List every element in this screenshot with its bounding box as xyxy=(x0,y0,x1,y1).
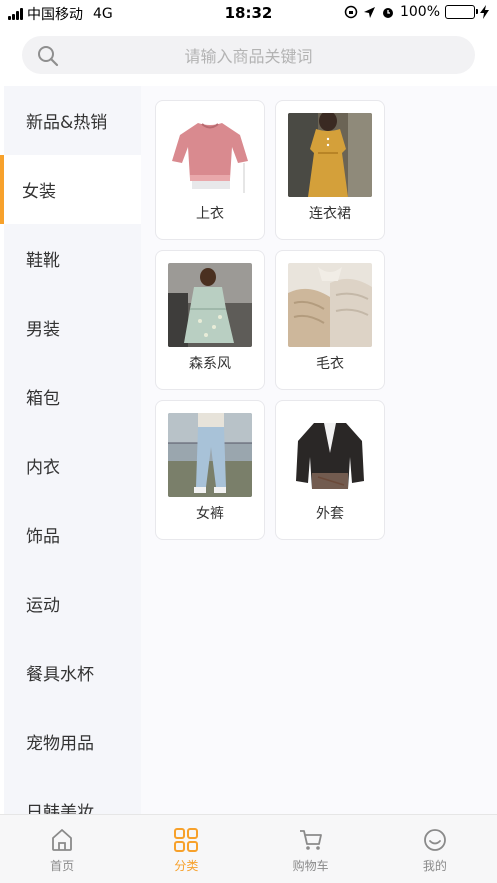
rotation-lock-icon xyxy=(344,5,358,19)
sidebar-item-label: 鞋靴 xyxy=(26,251,60,271)
search-input[interactable]: 请输入商品关键词 xyxy=(22,36,475,74)
home-icon xyxy=(52,829,73,851)
knit-sweaters-image xyxy=(288,263,372,347)
floral-dress-model-image xyxy=(168,263,252,347)
sidebar-item-label: 运动 xyxy=(26,596,60,616)
category-sidebar: 新品&热销 女装 鞋靴 男装 箱包 内衣 饰品 运动 餐具水杯 宠物用品 日韩美… xyxy=(0,86,141,814)
status-right: 100% xyxy=(344,4,489,20)
cart-icon xyxy=(299,830,322,850)
sidebar-item-label: 餐具水杯 xyxy=(26,665,94,685)
tab-label: 购物车 xyxy=(292,859,329,873)
tab-category[interactable]: 分类 xyxy=(124,815,248,883)
pink-sweater-image xyxy=(168,113,252,197)
battery-icon xyxy=(445,5,478,19)
sidebar-item-label: 男装 xyxy=(26,320,60,340)
search-bar: 请输入商品关键词 xyxy=(0,26,497,84)
charging-icon xyxy=(480,5,489,19)
sidebar-item-cosmetics[interactable]: 日韩美妆 xyxy=(0,776,141,814)
subcategory-card-dresses[interactable]: 连衣裙 xyxy=(275,100,385,240)
sidebar-item-new-hot[interactable]: 新品&热销 xyxy=(0,86,141,155)
sidebar-item-label: 饰品 xyxy=(26,527,60,547)
jeans-model-image xyxy=(168,413,252,497)
search-icon xyxy=(38,46,59,67)
sidebar-item-sports[interactable]: 运动 xyxy=(0,569,141,638)
alarm-icon xyxy=(382,8,393,18)
sidebar-item-womens[interactable]: 女装 xyxy=(0,155,141,224)
location-icon xyxy=(363,6,375,18)
subcategory-card-tops[interactable]: 上衣 xyxy=(155,100,265,240)
subcategory-card-coats[interactable]: 外套 xyxy=(275,400,385,540)
sidebar-item-accessories[interactable]: 饰品 xyxy=(0,500,141,569)
search-placeholder: 请输入商品关键词 xyxy=(184,47,313,66)
sidebar-item-label: 内衣 xyxy=(26,458,60,478)
subcategory-label: 森系风 xyxy=(189,356,231,372)
tab-label: 首页 xyxy=(50,859,75,873)
subcategory-card-pants[interactable]: 女裤 xyxy=(155,400,265,540)
tab-cart[interactable]: 购物车 xyxy=(249,815,373,883)
bottom-tab-bar: 首页 分类 购物车 我的 xyxy=(0,814,497,883)
sidebar-item-mens[interactable]: 男装 xyxy=(0,293,141,362)
tab-label: 分类 xyxy=(174,859,199,873)
tab-home[interactable]: 首页 xyxy=(0,815,124,883)
subcategory-label: 连衣裙 xyxy=(309,206,351,222)
status-bar: 中国移动 4G 18:32 100% xyxy=(0,0,497,26)
sidebar-item-label: 日韩美妆 xyxy=(26,803,94,814)
sidebar-item-tableware[interactable]: 餐具水杯 xyxy=(0,638,141,707)
sidebar-item-label: 箱包 xyxy=(26,389,60,409)
category-content: 上衣 连衣裙 森系风 毛衣 女裤 外套 xyxy=(141,86,497,814)
sidebar-item-label: 新品&热销 xyxy=(26,113,108,133)
profile-icon xyxy=(423,829,446,851)
subcategory-label: 毛衣 xyxy=(316,356,344,372)
subcategory-grid: 上衣 连衣裙 森系风 毛衣 女裤 外套 xyxy=(155,100,385,540)
black-jacket-image xyxy=(288,413,372,497)
sidebar-item-underwear[interactable]: 内衣 xyxy=(0,431,141,500)
sidebar-item-pets[interactable]: 宠物用品 xyxy=(0,707,141,776)
mustard-dress-image xyxy=(288,113,372,197)
battery-percent: 100% xyxy=(399,4,440,20)
sidebar-item-shoes[interactable]: 鞋靴 xyxy=(0,224,141,293)
subcategory-label: 女裤 xyxy=(196,506,224,522)
screen: 中国移动 4G 18:32 100% 请输入商品关键词 新品&热销 女装 鞋靴 … xyxy=(0,0,497,883)
tab-profile[interactable]: 我的 xyxy=(373,815,497,883)
subcategory-card-sweaters[interactable]: 毛衣 xyxy=(275,250,385,390)
tab-label: 我的 xyxy=(422,859,447,873)
subcategory-label: 外套 xyxy=(316,506,344,522)
subcategory-card-forest-style[interactable]: 森系风 xyxy=(155,250,265,390)
subcategory-label: 上衣 xyxy=(196,206,224,222)
category-icon xyxy=(174,828,199,852)
sidebar-item-label: 女装 xyxy=(22,182,56,202)
sidebar-item-bags[interactable]: 箱包 xyxy=(0,362,141,431)
sidebar-item-label: 宠物用品 xyxy=(26,734,94,754)
